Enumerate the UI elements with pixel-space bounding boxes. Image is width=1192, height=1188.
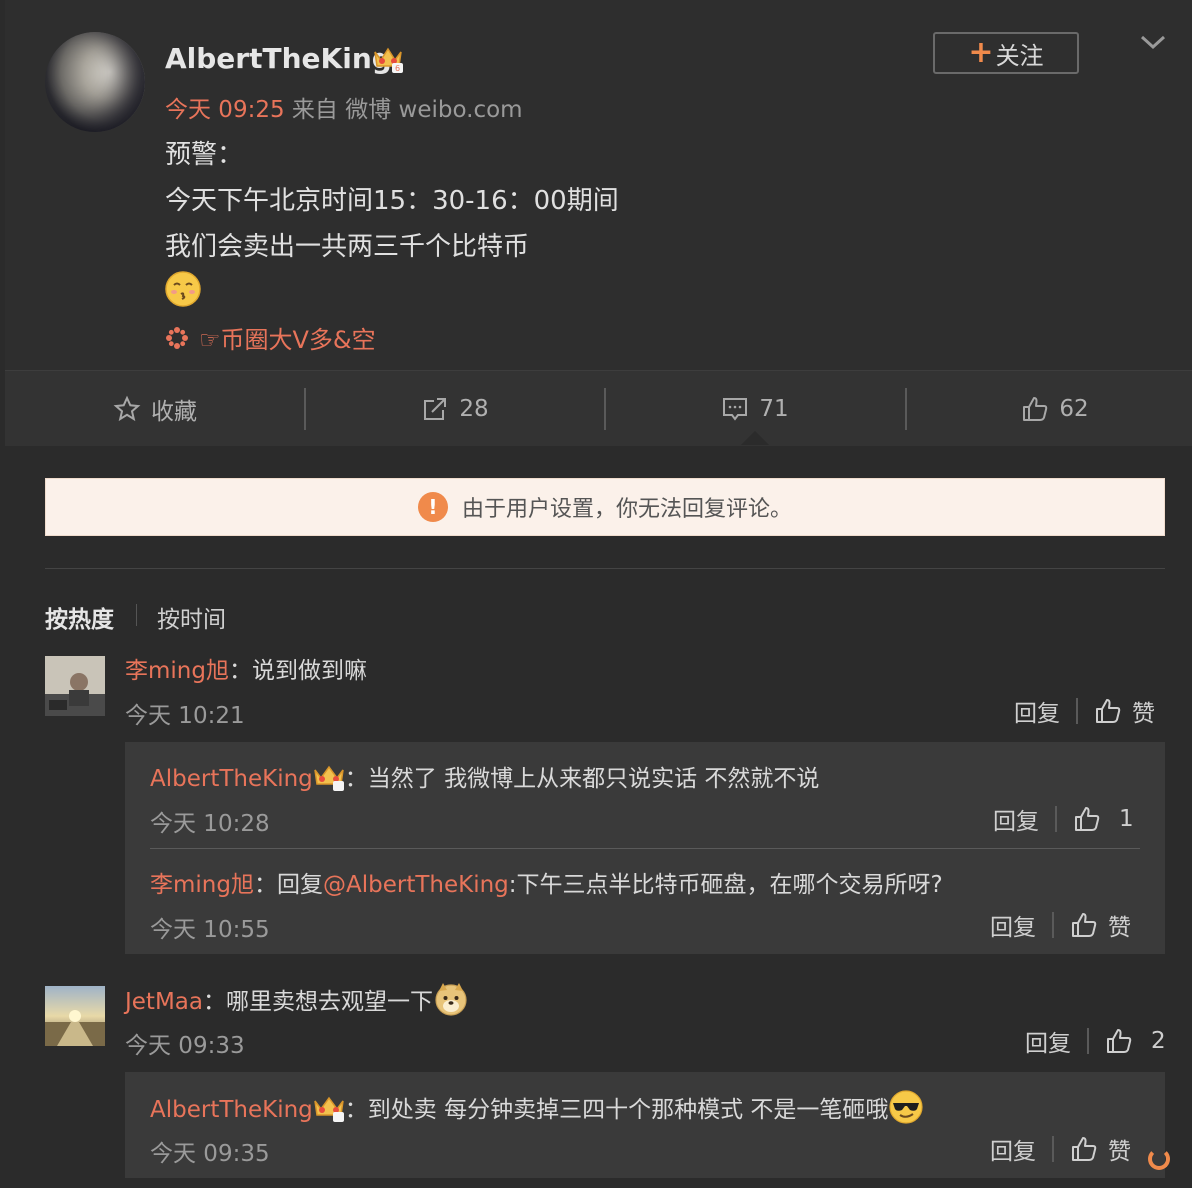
reply-prefix: ：回复 [253,872,323,898]
repost-button[interactable]: 28 [305,371,605,446]
thumbs-up-icon[interactable] [1070,1135,1098,1163]
commenter-avatar[interactable] [45,656,105,716]
doge-emoji-icon [435,983,467,1016]
thumbs-up-icon[interactable] [1073,805,1101,833]
star-icon [113,395,141,421]
like-label[interactable]: 赞 [1108,908,1131,942]
divider [136,604,137,626]
commenter-name[interactable]: 李ming旭 [125,658,229,684]
svg-text:6: 6 [395,64,400,73]
author-name[interactable]: AlbertTheKing [165,42,392,75]
comment-time: 今天 10:21 [125,703,245,729]
like-count: 2 [1151,1028,1166,1054]
vip-crown-icon [314,765,344,791]
reply-text: AlbertTheKing ：到处卖 每分钟卖掉三四十个那种模式 不是一笔砸哦 [150,1089,924,1125]
divider [1055,806,1057,832]
cool-sunglasses-emoji-icon [889,1090,924,1124]
reply-button[interactable]: 回复 [1025,1024,1071,1058]
warning-icon: ! [417,492,448,522]
reply-body: :下午三点半比特币砸盘，在哪个交易所呀? [508,872,943,898]
reply-actions: 回复 赞 [990,908,1131,942]
divider [1052,912,1054,938]
vip-crown-icon: 6 [374,47,403,73]
divider [150,848,1140,849]
topic-flower-icon [166,326,188,349]
reply-disabled-notice: ! 由于用户设置，你无法回复评论。 [45,478,1165,536]
mention-link[interactable]: @AlbertTheKing [323,872,509,898]
reply-text: 李ming旭：回复@AlbertTheKing:下午三点半比特币砸盘，在哪个交易… [150,865,943,899]
thumbs-up-icon[interactable] [1070,911,1098,939]
replier-name[interactable]: AlbertTheKing [150,766,313,792]
kiss-emoji-icon [165,271,201,307]
plus-icon: + [968,35,994,70]
repost-icon [424,397,447,420]
comment-time: 今天 09:33 [125,1033,245,1059]
reply-button[interactable]: 回复 [1014,694,1060,728]
thumbs-up-icon[interactable] [1105,1027,1133,1055]
like-count: 1 [1119,806,1134,832]
reply-button[interactable]: 回复 [990,908,1036,942]
favorite-label: 收藏 [151,398,197,425]
sort-by-time[interactable]: 按时间 [157,600,226,634]
reply-button[interactable]: 回复 [990,1132,1036,1166]
comment-actions: 回复 赞 [1014,694,1155,728]
thumbs-up-icon [1023,396,1048,421]
comment-body: ：哪里卖想去观望一下 [202,989,433,1015]
like-label[interactable]: 赞 [1108,1132,1131,1166]
chevron-down-icon[interactable] [1138,30,1168,54]
topic-label: ☞币圈大V多&空 [199,326,376,354]
comment-text: 李ming旭：说到做到嘛 [125,651,367,685]
active-tab-pointer [741,431,769,445]
thumbs-up-icon[interactable] [1094,697,1122,725]
like-count: 62 [1059,395,1089,422]
divider [45,568,1165,569]
vip-crown-icon [314,1096,344,1122]
reply-button[interactable]: 回复 [993,802,1039,836]
replier-name[interactable]: 李ming旭 [150,872,254,898]
comment-text: JetMaa：哪里卖想去观望一下 [125,981,469,1017]
post-line-3: 我们会卖出一共两三千个比特币 [165,232,530,262]
divider [1087,1028,1089,1054]
post-source: 来自 微博 weibo.com [291,97,523,123]
reply-body: ：到处卖 每分钟卖掉三四十个那种模式 不是一笔砸哦 [344,1097,889,1123]
divider [1052,1136,1054,1162]
reply-body: ：当然了 我微博上从来都只说实话 不然就不说 [344,766,820,792]
comment-actions: 回复 2 [1025,1024,1166,1058]
like-label[interactable]: 赞 [1132,694,1155,728]
post-meta: 今天 09:25 来自 微博 weibo.com [165,90,523,124]
repost-count: 28 [459,395,489,422]
reply-actions: 回复 赞 [990,1132,1131,1166]
like-button[interactable]: 62 [905,371,1192,446]
author-avatar[interactable] [45,32,145,132]
comment-body: ：说到做到嘛 [228,658,367,684]
reply-time: 今天 10:55 [150,917,270,943]
replier-name[interactable]: AlbertTheKing [150,1097,313,1123]
divider [1076,698,1078,724]
topic-link[interactable]: ☞币圈大V多&空 [165,320,376,355]
notice-text: 由于用户设置，你无法回复评论。 [461,497,792,522]
reply-time: 今天 10:28 [150,811,270,837]
reply-time: 今天 09:35 [150,1141,270,1167]
follow-button[interactable]: + 关注 [933,32,1079,74]
follow-label: 关注 [995,41,1044,70]
post-line-1: 预警： [165,140,244,170]
loading-spinner-icon [1148,1148,1170,1170]
comment-icon [723,397,748,421]
comment-count: 71 [759,395,789,422]
favorite-button[interactable]: 收藏 [5,371,305,446]
commenter-avatar[interactable] [45,986,105,1046]
sort-by-hot[interactable]: 按热度 [45,600,114,634]
post-time[interactable]: 今天 09:25 [165,97,285,123]
post-line-2: 今天下午北京时间15：30-16：00期间 [165,186,619,216]
reply-actions: 回复 1 [993,802,1134,836]
reply-text: AlbertTheKing ：当然了 我微博上从来都只说实话 不然就不说 [150,759,819,793]
commenter-name[interactable]: JetMaa [125,989,203,1015]
action-bar: 收藏 28 71 62 [5,370,1192,446]
